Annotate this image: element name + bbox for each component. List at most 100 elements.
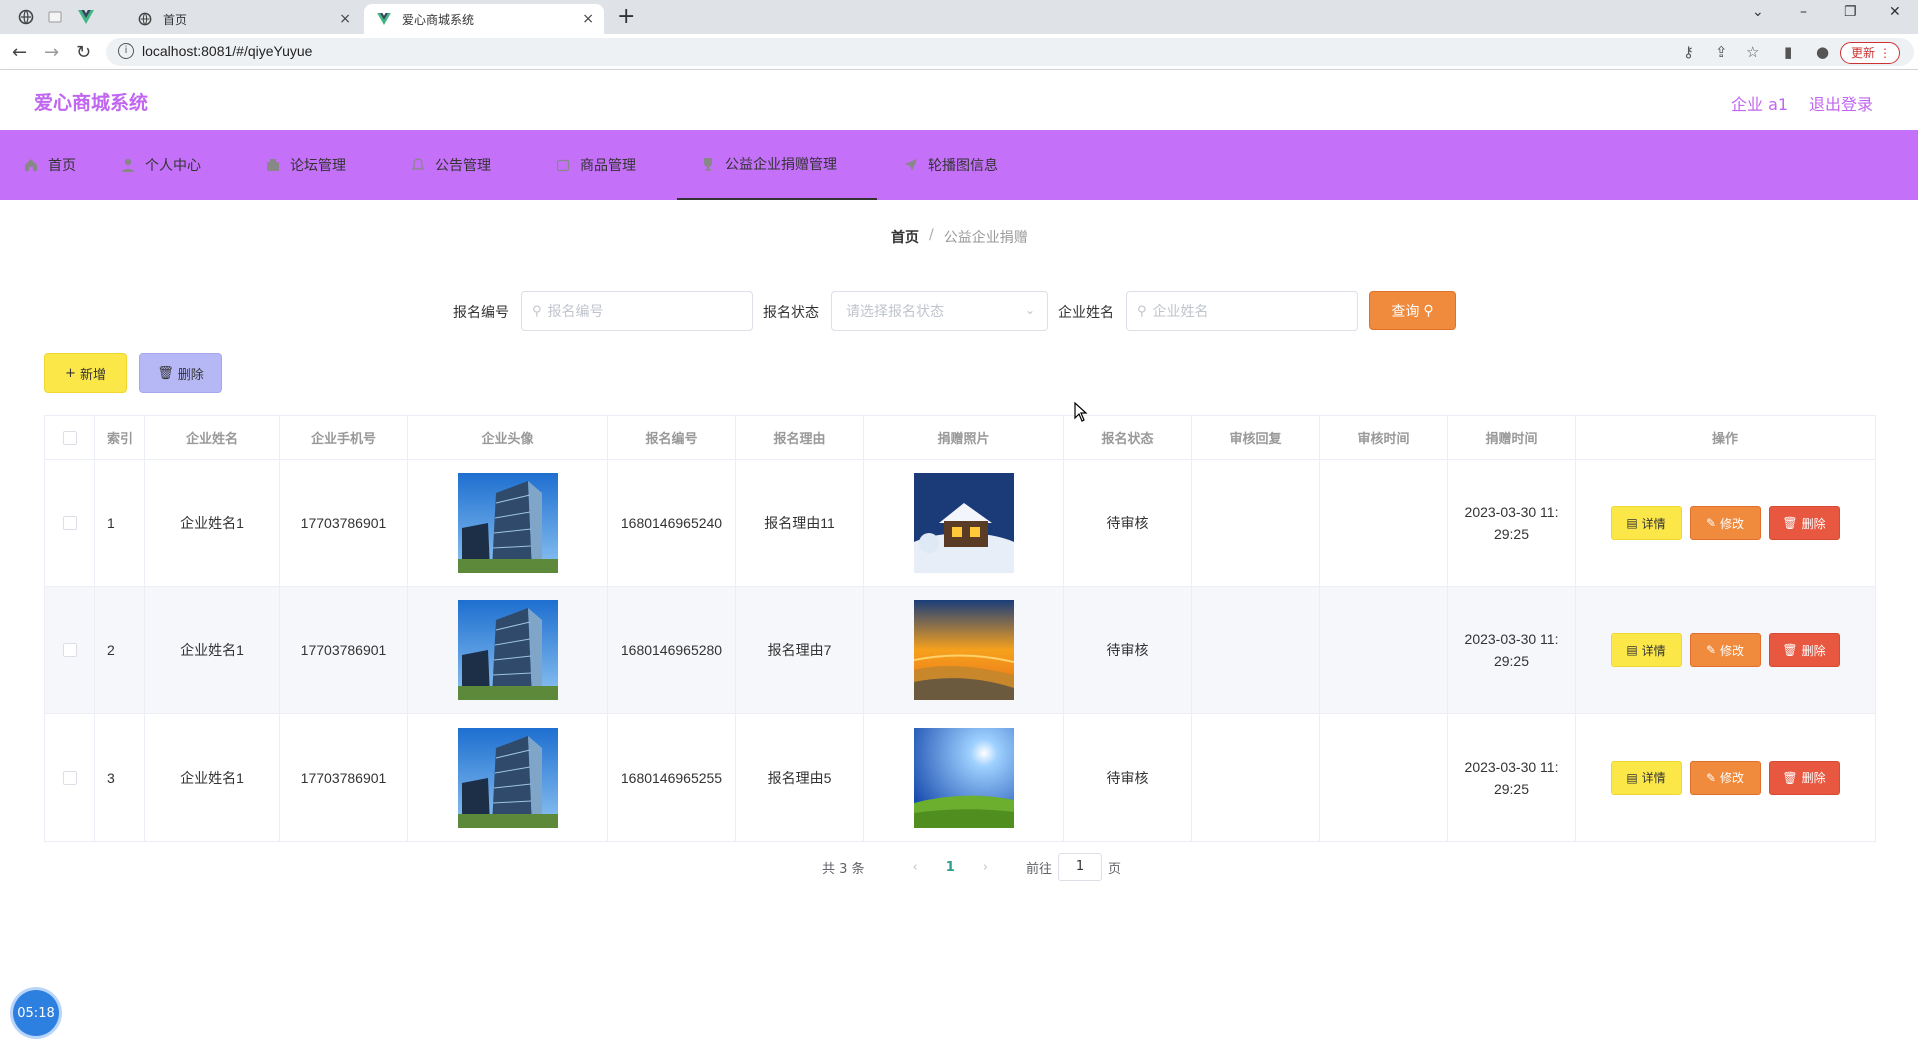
status-field-label: 报名状态 [763, 305, 819, 321]
nav-item-donation[interactable]: 公益企业捐赠管理 [677, 130, 877, 200]
next-page-icon[interactable]: › [983, 860, 988, 875]
detail-button[interactable]: ▤ 详情 [1610, 760, 1682, 795]
cell-avatar [408, 460, 608, 586]
table-row: 1 企业姓名1 17703786901 1680146965240 报名理由11… [45, 460, 1875, 587]
cell-reason: 报名理由7 [736, 587, 864, 713]
prev-page-icon[interactable]: ‹ [913, 860, 918, 875]
row-checkbox[interactable] [62, 516, 77, 530]
window-close-icon[interactable]: ✕ [1889, 4, 1901, 20]
nav-item-notice[interactable]: 公告管理 [411, 130, 491, 200]
select-all-cell[interactable] [45, 416, 95, 459]
forward-icon[interactable]: → [44, 42, 59, 63]
cell-company-phone: 17703786901 [280, 460, 408, 586]
new-tab-icon[interactable]: + [617, 4, 635, 29]
sunset-beach-image[interactable] [913, 600, 1014, 700]
nav-item-carousel[interactable]: 轮播图信息 [904, 130, 998, 200]
url-text[interactable]: localhost:8081/#/qiyeYuyue [142, 43, 312, 59]
current-user[interactable]: 企业 a1 [1731, 91, 1788, 115]
minimize-icon[interactable]: – [1800, 4, 1807, 20]
floating-clock-widget[interactable]: 05:18 [13, 990, 59, 1036]
cell-company-name: 企业姓名1 [145, 587, 280, 713]
cell-status: 待审核 [1064, 460, 1192, 586]
tab-close-icon[interactable]: × [582, 11, 594, 27]
vue-logo-icon[interactable] [76, 7, 96, 27]
plus-icon: + [65, 365, 76, 381]
cell-photo [864, 460, 1064, 586]
cell-avatar [408, 587, 608, 713]
cell-operations: ▤ 详情 ✎ 修改 🗑 删除 [1576, 460, 1874, 586]
nav-label: 轮播图信息 [928, 158, 998, 174]
snow-house-image[interactable] [913, 473, 1014, 573]
row-checkbox[interactable] [62, 770, 77, 785]
cell-index: 1 [95, 460, 145, 586]
pagination: 共 3 条 ‹ 1 › 前往 1 页 [822, 853, 1121, 881]
edit-button[interactable]: ✎ 修改 [1689, 633, 1761, 667]
batch-delete-button[interactable]: 🗑 删除 [139, 353, 222, 393]
delete-button[interactable]: 🗑 删除 [1768, 506, 1840, 540]
add-label: 新增 [79, 367, 106, 383]
row-select-cell[interactable] [45, 714, 95, 841]
building-image[interactable] [457, 473, 558, 573]
globe-icon[interactable] [16, 7, 36, 27]
nav-item-forum[interactable]: 论坛管理 [266, 130, 346, 200]
building-image[interactable] [457, 600, 558, 700]
cell-company-name: 企业姓名1 [145, 714, 280, 841]
nav-item-profile[interactable]: 个人中心 [121, 130, 201, 200]
cell-code: 1680146965240 [608, 460, 736, 586]
cell-status: 待审核 [1064, 587, 1192, 713]
row-select-cell[interactable] [45, 587, 95, 713]
add-button[interactable]: + 新增 [44, 353, 127, 393]
share-icon[interactable]: ⇪ [1715, 43, 1728, 61]
search-icon: ⚲ [1423, 302, 1434, 319]
more-menu-icon[interactable]: ⋮ [1879, 43, 1891, 63]
status-select[interactable]: 请选择报名状态 ⌄ [831, 291, 1048, 331]
document-icon: ▤ [1626, 643, 1638, 657]
breadcrumb-home[interactable]: 首页 [891, 227, 919, 247]
edit-button[interactable]: ✎ 修改 [1689, 760, 1761, 795]
restore-icon[interactable]: ❐ [1844, 4, 1857, 20]
row-select-cell[interactable] [45, 460, 95, 586]
update-button[interactable]: 更新 ⋮ [1839, 42, 1900, 64]
cell-operations: ▤ 详情 ✎ 修改 🗑 删除 [1576, 587, 1874, 713]
blank-page-icon[interactable] [45, 7, 65, 27]
cell-index: 3 [95, 714, 145, 841]
logout-link[interactable]: 退出登录 [1809, 91, 1873, 115]
sky-meadow-image[interactable] [913, 727, 1014, 828]
header-donation-time: 捐赠时间 [1448, 416, 1576, 459]
building-image[interactable] [457, 727, 558, 828]
tab-close-icon[interactable]: × [339, 11, 351, 27]
tab-search-chevron-icon[interactable]: ⌄ [1752, 4, 1764, 20]
detail-button[interactable]: ▤ 详情 [1610, 633, 1682, 667]
globe-icon [137, 11, 153, 27]
nav-label: 首页 [48, 158, 76, 174]
delete-button[interactable]: 🗑 删除 [1768, 760, 1840, 795]
key-icon[interactable]: ⚷ [1683, 43, 1694, 61]
detail-button[interactable]: ▤ 详情 [1610, 506, 1682, 540]
profile-icon[interactable]: ● [1816, 43, 1829, 61]
back-icon[interactable]: ← [12, 42, 27, 63]
edit-button[interactable]: ✎ 修改 [1689, 506, 1761, 540]
browser-tab-home[interactable]: 首页 × [125, 4, 361, 34]
code-search-input[interactable]: ⚲ 报名编号 [521, 291, 753, 331]
nav-item-goods[interactable]: 商品管理 [556, 130, 636, 200]
row-checkbox[interactable] [62, 643, 77, 657]
goto-page-input[interactable]: 1 [1058, 853, 1103, 881]
page-number[interactable]: 1 [946, 860, 955, 875]
company-search-input[interactable]: ⚲ 企业姓名 [1126, 291, 1358, 331]
nav-item-home[interactable]: 首页 [24, 130, 76, 200]
side-panel-icon[interactable]: ▮ [1784, 43, 1792, 61]
bookmark-star-icon[interactable]: ☆ [1746, 43, 1759, 61]
header-operations: 操作 [1711, 431, 1738, 446]
delete-button[interactable]: 🗑 删除 [1768, 633, 1840, 667]
reload-icon[interactable]: ↻ [76, 42, 91, 63]
pencil-icon: ✎ [1705, 770, 1717, 785]
browser-tab-active[interactable]: 爱心商城系统 × [364, 4, 604, 34]
site-info-icon[interactable]: i [118, 43, 134, 59]
query-button[interactable]: 查询 ⚲ [1369, 291, 1456, 330]
time-line-2: 29:25 [1493, 653, 1530, 669]
user-icon [121, 158, 135, 172]
pencil-icon: ✎ [1705, 643, 1717, 657]
trash-icon: 🗑 [1782, 643, 1798, 657]
address-bar[interactable]: i localhost:8081/#/qiyeYuyue ⚷ ⇪ ☆ ▮ ● 更… [106, 38, 1914, 66]
select-all-checkbox[interactable] [62, 430, 77, 445]
